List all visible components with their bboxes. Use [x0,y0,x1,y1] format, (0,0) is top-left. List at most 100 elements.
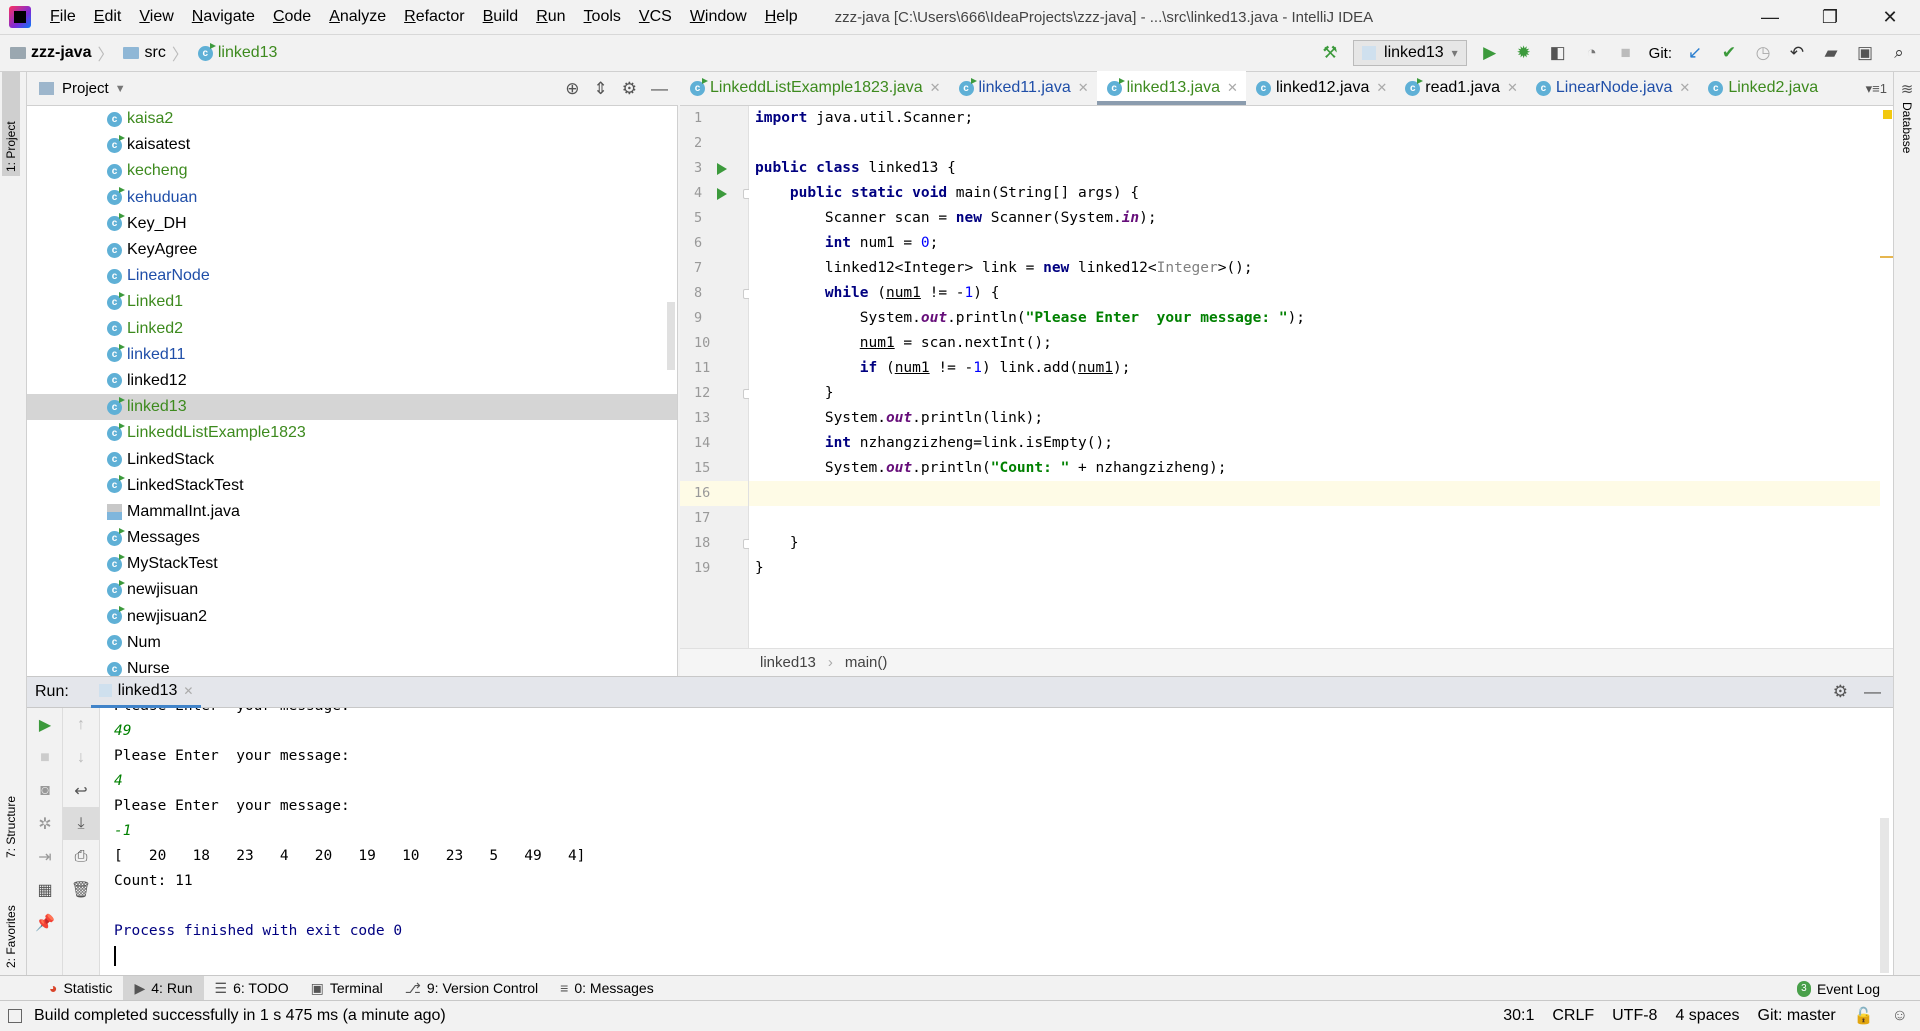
build-hammer-icon[interactable]: ⚒ [1319,43,1341,63]
chevron-down-icon[interactable]: ▼ [115,83,126,95]
menu-file[interactable]: File [41,8,85,26]
crumb-file[interactable]: c linked13 [197,42,277,62]
profile-icon[interactable]: ◔ [1581,43,1603,63]
git-commit-icon[interactable]: ✔ [1718,43,1740,63]
caret-position[interactable]: 30:1 [1503,1007,1534,1025]
debug-icon[interactable]: ✹ [1513,43,1535,63]
tree-item[interactable]: c kecheng [27,158,677,184]
search-icon[interactable]: ⌕ [1888,43,1910,63]
tab-linked11-java[interactable]: c linked11.java ✕ [949,71,1097,105]
tree-item[interactable]: c Key_DH [27,211,677,237]
collapse-all-icon[interactable]: ⇕ [594,79,608,99]
restore-button[interactable]: ❐ [1800,0,1860,34]
menu-navigate[interactable]: Navigate [183,8,264,26]
bottom-tab-9-version-control[interactable]: ⎇ 9: Version Control [394,976,549,1001]
git-branch[interactable]: Git: master [1758,1007,1836,1025]
minimize-button[interactable]: — [1740,0,1800,34]
tree-item[interactable]: c Messages [27,525,677,551]
menu-window[interactable]: Window [681,8,756,26]
tab-read1-java[interactable]: c read1.java ✕ [1395,71,1526,105]
close-tab-icon[interactable]: ✕ [1507,80,1518,96]
revert-icon[interactable]: ↶ [1786,43,1808,63]
menu-tools[interactable]: Tools [575,8,630,26]
crumb-project[interactable]: zzz-java 〉 [10,41,119,65]
toggle-tool-windows-icon[interactable] [8,1009,22,1023]
layout-icon[interactable]: ▦ [27,873,63,906]
tree-item[interactable]: c KeyAgree [27,237,677,263]
stop-icon[interactable]: ■ [27,741,63,774]
crumb-src[interactable]: src 〉 [123,41,193,65]
menu-view[interactable]: View [130,8,182,26]
hide-icon[interactable]: — [1864,682,1881,702]
favorites-tool-tab[interactable]: 2: Favorites [2,862,20,972]
tree-item[interactable]: c Linked1 [27,289,677,315]
file-encoding[interactable]: UTF-8 [1612,1007,1657,1025]
tree-item[interactable]: c linked12 [27,368,677,394]
git-update-icon[interactable]: ↙ [1684,43,1706,63]
dump-threads-icon[interactable]: ◙ [27,774,63,807]
scroll-to-end-icon[interactable]: ⤓ [63,807,99,840]
run-configuration-select[interactable]: linked13 ▾ [1353,40,1467,66]
run-tab[interactable]: linked13 ✕ [90,677,202,708]
tree-item[interactable]: c LinkeddListExample1823 [27,420,677,446]
tree-scrollbar[interactable] [667,302,675,370]
print-icon[interactable]: ⎙ [63,840,99,873]
inspector-icon[interactable]: ☺ [1892,1007,1908,1025]
tree-item[interactable]: c Num [27,630,677,656]
tree-item[interactable]: c Nurse [27,656,677,676]
run-icon[interactable]: ▶ [1479,43,1501,63]
close-tab-icon[interactable]: ✕ [1227,80,1238,96]
run-gutter-icon[interactable] [717,188,727,200]
locate-icon[interactable]: ⊕ [565,79,579,99]
rerun-icon[interactable]: ▶ [27,708,63,741]
debug-restore-icon[interactable]: ✲ [27,807,63,840]
tree-item[interactable]: c LinkedStackTest [27,473,677,499]
close-tab-icon[interactable]: ✕ [1679,80,1690,96]
structure-tool-tab[interactable]: 7: Structure [2,742,20,862]
up-arrow-icon[interactable]: ↑ [63,708,99,741]
tabs-more-button[interactable]: ▾≡1 [1866,81,1893,97]
code-editor[interactable]: import java.util.Scanner; public class li… [749,106,1893,648]
tree-item[interactable]: c kaisatest [27,132,677,158]
close-tab-icon[interactable]: ✕ [930,80,941,96]
database-tool-tab[interactable]: Database [1900,102,1914,153]
breadcrumb-method[interactable]: main() [845,654,888,671]
console-scrollbar[interactable] [1880,818,1889,973]
tree-item[interactable]: c kehuduan [27,185,677,211]
tree-item[interactable]: c newjisuan2 [27,604,677,630]
bottom-tab-statistic[interactable]: ◕ Statistic [38,976,123,1001]
bottom-tab-terminal[interactable]: ▣ Terminal [300,976,394,1001]
pin-icon[interactable]: 📌 [27,906,63,939]
tree-item[interactable]: c linked11 [27,342,677,368]
coverage-icon[interactable]: ◧ [1547,43,1569,63]
tab-linked13-java[interactable]: c linked13.java ✕ [1096,71,1247,105]
tree-item[interactable]: c newjisuan [27,577,677,603]
line-separator[interactable]: CRLF [1552,1007,1594,1025]
menu-vcs[interactable]: VCS [630,8,681,26]
event-log-button[interactable]: 3 Event Log [1796,976,1880,1001]
tab-linked2-java[interactable]: c Linked2.java [1698,71,1826,105]
console-input-line[interactable] [100,944,1893,969]
project-tool-tab[interactable]: 1: Project [2,72,20,176]
breadcrumb-class[interactable]: linked13 [760,654,816,671]
tab-linkeddlistexample1823-java[interactable]: c LinkeddListExample1823.java ✕ [680,71,949,105]
close-tab-icon[interactable]: ✕ [183,684,193,698]
close-tab-icon[interactable]: ✕ [1078,80,1089,96]
project-view-select[interactable]: Project [62,80,109,97]
console-output[interactable]: Please Enter your message: 49 Please Enter… [100,708,1893,975]
indent-setting[interactable]: 4 spaces [1675,1007,1739,1025]
bottom-tab-4-run[interactable]: ▶ 4: Run [123,975,204,1001]
soft-wrap-icon[interactable]: ↩ [63,774,99,807]
trash-icon[interactable]: 🗑 [63,873,99,906]
run-gutter-icon[interactable] [717,163,727,175]
gear-icon[interactable]: ⚙ [1833,682,1848,702]
tree-item[interactable]: c MyStackTest [27,551,677,577]
close-tab-icon[interactable]: ✕ [1376,80,1387,96]
down-arrow-icon[interactable]: ↓ [63,741,99,774]
terminal-window-icon[interactable]: ▣ [1854,43,1876,63]
tree-item[interactable]: c kaisa2 [27,106,677,132]
menu-analyze[interactable]: Analyze [320,8,395,26]
hide-icon[interactable]: — [651,79,668,99]
bottom-tab-0-messages[interactable]: ≡ 0: Messages [549,976,665,1001]
tree-item[interactable]: c LinkedStack [27,446,677,472]
